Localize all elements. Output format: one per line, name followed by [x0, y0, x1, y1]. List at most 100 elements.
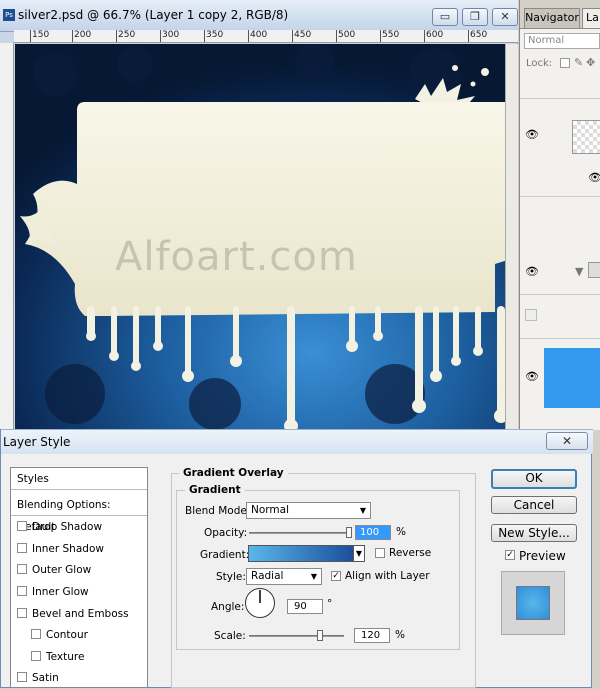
opacity-percent: % [396, 526, 406, 538]
outer-glow-item[interactable]: Outer Glow [11, 559, 147, 581]
inner-glow-label: Inner Glow [32, 586, 89, 598]
lock-move-icon[interactable]: ✥ [586, 56, 595, 69]
outer-glow-checkbox[interactable] [17, 564, 27, 574]
styles-list: Styles Blending Options: Default Drop Sh… [10, 467, 148, 688]
bevel-emboss-item[interactable]: Bevel and Emboss [11, 603, 147, 625]
reverse-checkbox[interactable] [375, 548, 385, 558]
inner-glow-checkbox[interactable] [17, 586, 27, 596]
ruler-tick: 650 [470, 30, 488, 40]
tab-layers[interactable]: La [582, 8, 600, 28]
collapse-arrow-icon[interactable]: ▼ [575, 265, 583, 278]
layer-style-dialog: Layer Style ✕ Styles Blending Options: D… [0, 429, 593, 688]
minimize-button[interactable]: ▭ [432, 8, 458, 26]
gradient-picker[interactable] [248, 545, 354, 562]
dialog-title-bar[interactable]: Layer Style ✕ [1, 429, 593, 454]
inner-glow-item[interactable]: Inner Glow [11, 581, 147, 603]
opacity-slider-track[interactable] [249, 532, 349, 534]
contour-item[interactable]: Contour [11, 624, 147, 646]
gradient-label: Gradient: [200, 549, 250, 561]
group-title: Gradient [185, 484, 245, 496]
document-window: Ps silver2.psd @ 66.7% (Layer 1 copy 2, … [0, 0, 518, 430]
style-label: Style: [216, 571, 246, 583]
blend-mode-value: Normal [251, 504, 289, 516]
new-style-button[interactable]: New Style... [491, 524, 577, 542]
scale-slider-track[interactable] [249, 635, 344, 637]
blending-options-item[interactable]: Blending Options: Default [11, 494, 147, 533]
satin-checkbox[interactable] [17, 672, 27, 682]
angle-label: Angle: [211, 601, 245, 613]
texture-checkbox[interactable] [31, 651, 41, 661]
drop-shadow-label: Drop Shadow [32, 521, 103, 533]
image-canvas[interactable]: Alfoart.com [15, 44, 511, 430]
texture-label: Texture [46, 651, 85, 663]
effect-visibility-eye-icon[interactable]: 👁 [588, 172, 600, 183]
drop-shadow-checkbox[interactable] [17, 521, 27, 531]
inner-shadow-label: Inner Shadow [32, 543, 104, 555]
horizontal-ruler: 150 200 250 300 350 400 450 500 550 600 … [14, 30, 518, 43]
visibility-toggle-empty[interactable] [525, 309, 537, 321]
inner-shadow-checkbox[interactable] [17, 543, 27, 553]
align-with-layer-checkbox[interactable]: ✓ [331, 571, 341, 581]
document-title-bar[interactable]: Ps silver2.psd @ 66.7% (Layer 1 copy 2, … [0, 0, 518, 32]
contour-checkbox[interactable] [31, 629, 41, 639]
watermark: Alfoart.com [115, 234, 358, 280]
lock-paint-icon[interactable]: ✎ [574, 56, 583, 69]
preview-swatch [516, 586, 550, 620]
ruler-tick: 600 [426, 30, 444, 40]
blend-mode-dropdown[interactable]: Normal ▼ [246, 502, 371, 519]
ruler-tick: 500 [338, 30, 356, 40]
vertical-scrollbar[interactable] [505, 44, 518, 430]
visibility-eye-icon[interactable]: 👁 [525, 371, 539, 382]
ruler-tick: 350 [206, 30, 224, 40]
bevel-emboss-checkbox[interactable] [17, 608, 27, 618]
blue-layer-thumbnail[interactable] [544, 348, 600, 408]
ruler-tick: 150 [32, 30, 50, 40]
scale-slider-thumb[interactable] [317, 630, 324, 641]
restore-button[interactable]: ❐ [462, 8, 488, 26]
lock-label: Lock: [526, 58, 553, 69]
degree-symbol: ° [327, 598, 333, 610]
dialog-close-button[interactable]: ✕ [546, 432, 588, 450]
inner-shadow-item[interactable]: Inner Shadow [11, 538, 147, 560]
opacity-slider-thumb[interactable] [346, 527, 352, 538]
outer-glow-label: Outer Glow [32, 564, 92, 576]
cancel-button[interactable]: Cancel [491, 496, 577, 514]
group-thumbnail[interactable] [588, 262, 600, 278]
vertical-ruler [0, 43, 14, 430]
visibility-eye-icon[interactable]: 👁 [525, 266, 539, 277]
ruler-tick: 300 [162, 30, 180, 40]
layer-thumbnail[interactable] [572, 120, 600, 154]
style-value: Radial [251, 570, 284, 582]
ruler-tick: 450 [294, 30, 312, 40]
opacity-input[interactable]: 100 [355, 525, 391, 540]
angle-input[interactable]: 90 [287, 599, 323, 614]
styles-item[interactable]: Styles [11, 468, 147, 490]
preview-label: Preview [519, 549, 566, 563]
blend-mode-label: Blend Mode: [185, 505, 251, 517]
tab-navigator[interactable]: Navigator [524, 8, 580, 28]
layers-panel: Navigator La Normal Lock: ✎ ✥ 👁 👁 👁 ▼ 👁 [519, 0, 600, 430]
lock-transparency-icon[interactable] [560, 58, 570, 68]
preview-checkbox[interactable]: ✓ [505, 550, 515, 560]
chevron-down-icon: ▼ [310, 572, 317, 581]
dialog-title: Layer Style [3, 435, 71, 449]
close-document-button[interactable]: ✕ [492, 8, 518, 26]
ok-button[interactable]: OK [491, 469, 577, 489]
section-title: Gradient Overlay [179, 467, 288, 479]
style-dropdown[interactable]: Radial ▼ [246, 568, 322, 585]
opacity-label: Opacity: [204, 527, 248, 539]
gradient-dropdown-arrow-icon[interactable]: ▼ [353, 545, 365, 562]
styles-item-label: Styles [17, 473, 49, 485]
ruler-tick: 200 [74, 30, 92, 40]
visibility-eye-icon[interactable]: 👁 [525, 129, 539, 140]
satin-item[interactable]: Satin [11, 667, 147, 689]
contour-label: Contour [46, 629, 88, 641]
drop-shadow-item[interactable]: Drop Shadow [11, 516, 147, 538]
scale-input[interactable]: 120 [354, 628, 390, 643]
texture-item[interactable]: Texture [11, 646, 147, 668]
ruler-tick: 550 [382, 30, 400, 40]
reverse-label: Reverse [389, 547, 432, 559]
angle-dial[interactable] [244, 587, 276, 619]
align-with-layer-label: Align with Layer [345, 570, 430, 582]
layer-blend-mode-dropdown[interactable]: Normal [524, 33, 600, 49]
